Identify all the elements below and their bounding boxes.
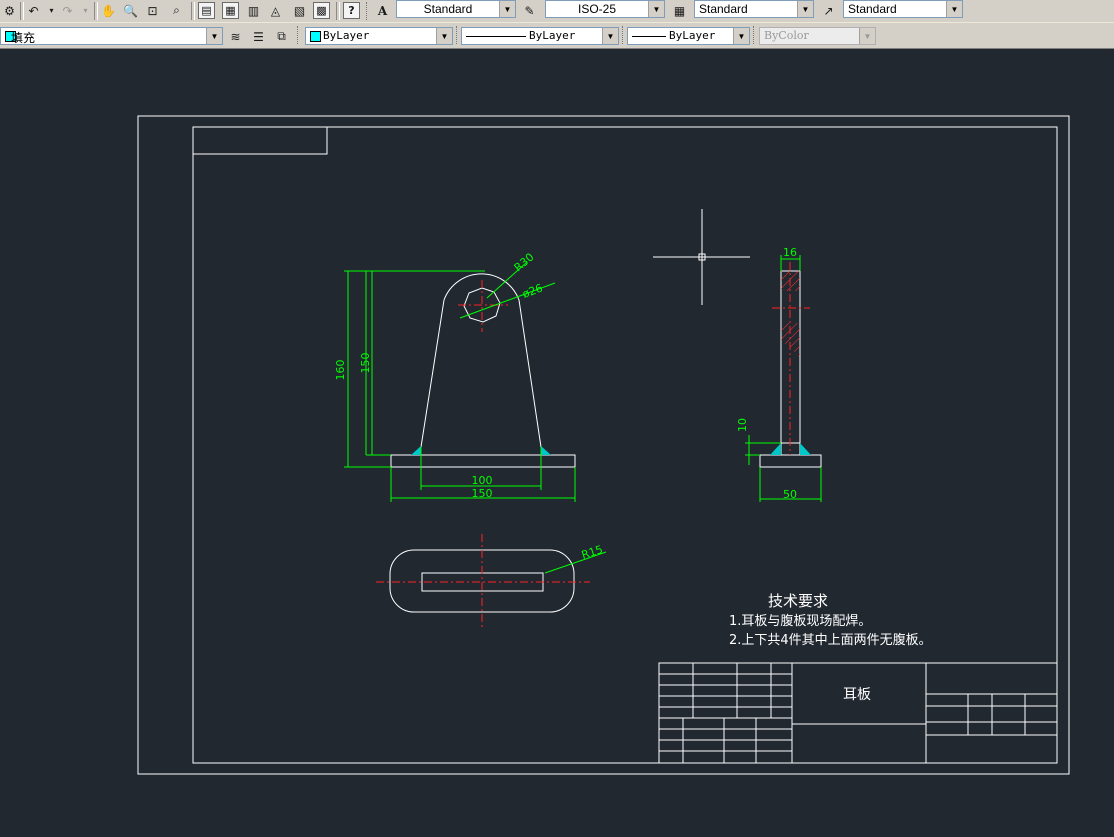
- markup-icon[interactable]: ▧: [290, 1, 309, 20]
- layer-state-icon[interactable]: ≋: [226, 27, 245, 46]
- dim-text-160: 160: [334, 360, 347, 381]
- dim-style-value: ISO-25: [577, 2, 616, 16]
- chevron-down-icon: ▼: [648, 1, 664, 17]
- chevron-down-icon: ▼: [499, 1, 515, 17]
- layer-dropdown[interactable]: 填充 ▼: [0, 27, 223, 45]
- linetype-dropdown[interactable]: ByLayer ▼: [461, 27, 619, 45]
- text-style-value: Standard: [423, 2, 473, 16]
- color-value: ByLayer: [323, 29, 370, 42]
- linetype-value: ByLayer: [529, 29, 576, 42]
- zoom-realtime-icon[interactable]: 🔍: [121, 1, 140, 20]
- toolbar-grip[interactable]: [366, 2, 370, 20]
- toolbar-separator: [191, 2, 195, 20]
- multileader-style-icon[interactable]: ↗: [819, 1, 838, 20]
- notes-title: 技术要求: [768, 592, 828, 610]
- design-center-icon[interactable]: ▦: [222, 2, 239, 19]
- lineweight-preview: [632, 36, 666, 37]
- dim-text-50: 50: [783, 488, 797, 501]
- sheet-set-icon[interactable]: ◬: [266, 1, 285, 20]
- lineweight-dropdown[interactable]: ByLayer ▼: [627, 27, 750, 45]
- dim-text-100: 100: [472, 474, 493, 487]
- table-style-icon[interactable]: ▦: [670, 1, 689, 20]
- canvas-background: [0, 49, 1114, 837]
- layers-properties-toolbar: 填充 ▼ ≋ ☰ ⧉ ByLayer ▼ ByLayer ▼ ByLayer ▼ ByC…: [0, 23, 1114, 49]
- linetype-preview: [466, 36, 526, 37]
- zoom-previous-icon[interactable]: ⌕: [167, 1, 186, 20]
- color-swatch: [310, 31, 321, 42]
- zoom-window-icon[interactable]: ⊡: [143, 1, 162, 20]
- standard-toolbar: ⚙ ↶ ▾ ↷ ▾ ✋ 🔍 ⊡ ⌕ ▤ ▦ ▥ ◬ ▧ ▩ ? A Standa…: [0, 0, 1114, 23]
- text-style-icon[interactable]: A: [373, 1, 392, 20]
- color-dropdown[interactable]: ByLayer ▼: [305, 27, 453, 45]
- part-name: 耳板: [843, 687, 871, 703]
- toolbar-grip[interactable]: [456, 26, 460, 44]
- dim-text-16: 16: [783, 246, 797, 259]
- properties-icon[interactable]: ▤: [198, 2, 215, 19]
- toolbar-grip[interactable]: [622, 26, 626, 44]
- table-style-value: Standard: [699, 2, 748, 16]
- layer-previous-icon[interactable]: ⧉: [272, 27, 291, 46]
- layer-value: 填充: [11, 31, 36, 45]
- toolbar-separator: [336, 2, 340, 20]
- redo-dropdown-icon[interactable]: ▾: [76, 1, 95, 20]
- chevron-down-icon: ▼: [602, 28, 618, 44]
- match-properties-icon[interactable]: ⚙: [0, 1, 19, 20]
- tool-palettes-icon[interactable]: ▥: [244, 1, 263, 20]
- toolbar-separator: [94, 2, 98, 20]
- redo-icon[interactable]: ↷: [58, 1, 77, 20]
- dim-text-150w: 150: [472, 487, 493, 500]
- chevron-down-icon: ▼: [733, 28, 749, 44]
- multileader-style-dropdown[interactable]: Standard ▼: [843, 0, 963, 18]
- notes-line-1: 1.耳板与腹板现场配焊。: [729, 613, 871, 629]
- notes-line-2: 2.上下共4件其中上面两件无腹板。: [729, 632, 932, 648]
- chevron-down-icon: ▼: [797, 1, 813, 17]
- undo-icon[interactable]: ↶: [24, 1, 43, 20]
- chevron-down-icon: ▼: [946, 1, 962, 17]
- dim-text-150: 150: [359, 353, 372, 374]
- dim-text-10: 10: [736, 418, 749, 432]
- make-current-layer-icon[interactable]: ☰: [249, 27, 268, 46]
- pan-hand-icon[interactable]: ✋: [99, 1, 118, 20]
- drawing-canvas[interactable]: 160 150 R30 ø26 100 150 16 10 50 R15 技术要…: [0, 49, 1114, 837]
- chevron-down-icon: ▼: [436, 28, 452, 44]
- calculator-icon[interactable]: ▩: [313, 2, 330, 19]
- toolbar-grip[interactable]: [297, 26, 301, 44]
- lineweight-value: ByLayer: [669, 29, 716, 42]
- plot-style-dropdown: ByColor ▼: [759, 27, 876, 45]
- dim-style-icon[interactable]: ✎: [520, 1, 539, 20]
- table-style-dropdown[interactable]: Standard ▼: [694, 0, 814, 18]
- chevron-down-icon: ▼: [206, 28, 222, 44]
- toolbar-grip[interactable]: [753, 26, 757, 44]
- help-icon[interactable]: ?: [343, 2, 360, 19]
- dim-style-dropdown[interactable]: ISO-25 ▼: [545, 0, 665, 18]
- text-style-dropdown[interactable]: Standard ▼: [396, 0, 516, 18]
- multileader-style-value: Standard: [848, 2, 897, 16]
- chevron-down-icon: ▼: [859, 28, 875, 44]
- plot-style-value: ByColor: [764, 29, 809, 42]
